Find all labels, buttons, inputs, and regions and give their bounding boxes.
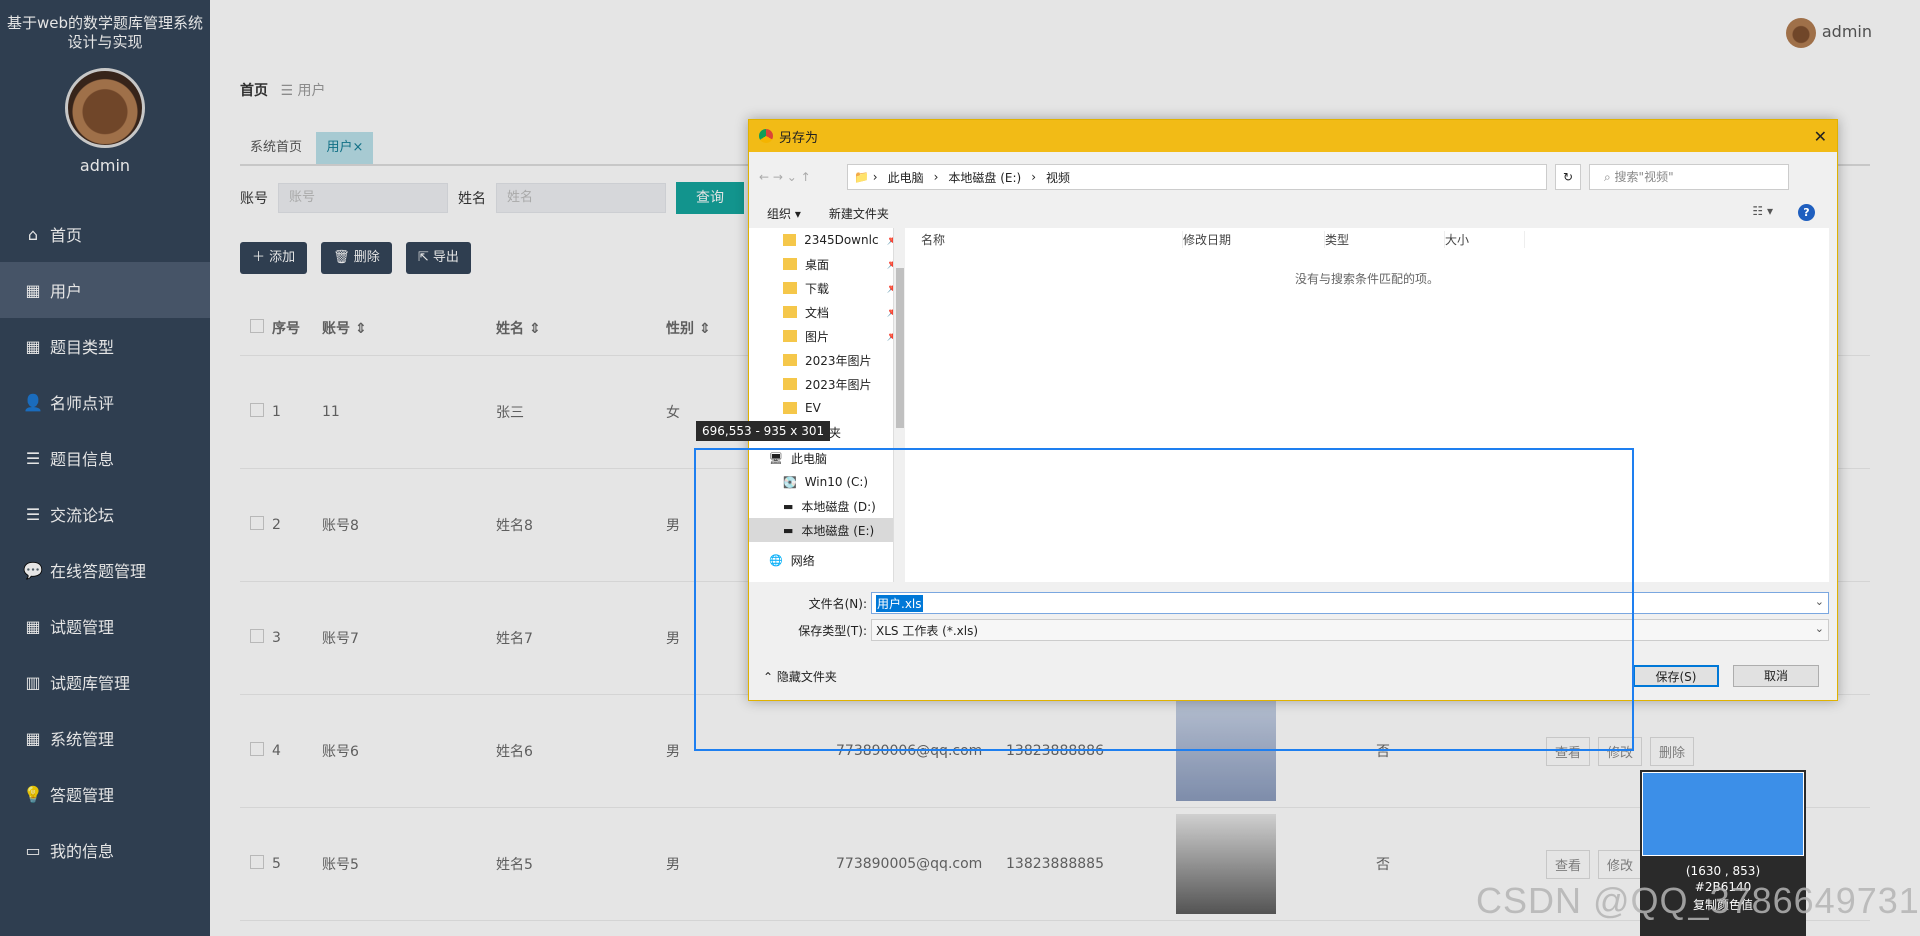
nav-item-label: 桌面	[805, 257, 830, 272]
dialog-titlebar[interactable]: 另存为 ✕	[749, 120, 1837, 152]
cursor-coordinates: (1630 , 853)	[1685, 864, 1761, 878]
chevron-right-icon: ›	[1031, 170, 1037, 184]
col-filename[interactable]: 名称	[921, 230, 1183, 248]
path-segment-videos[interactable]: 视频	[1046, 169, 1070, 186]
folder-icon	[783, 402, 797, 414]
col-type[interactable]: 类型	[1325, 230, 1445, 248]
app-root: 基于web的数学题库管理系统设计与实现 admin ⌂ 首页 ▦ 用户 ▦ 题目类型 👤 名师…	[0, 0, 1920, 936]
search-input[interactable]: ⌕ 搜索"视频"	[1589, 164, 1789, 190]
chevron-down-icon: ⌄	[1814, 622, 1824, 635]
nav-item-label: 下载	[805, 281, 830, 296]
magnifier-preview	[1642, 772, 1804, 856]
capture-selection-box[interactable]	[694, 448, 1634, 751]
nav-item-label: EV	[805, 401, 821, 415]
search-placeholder: 搜索"视频"	[1614, 170, 1674, 184]
nav-item-label: 2023年图片	[805, 377, 872, 392]
col-modified[interactable]: 修改日期	[1183, 230, 1325, 248]
refresh-icon[interactable]: ↻	[1555, 164, 1581, 190]
nav-item-label: 2023年图片	[805, 353, 872, 368]
path-field[interactable]: 📁 › 此电脑 › 本地磁盘 (E:) › 视频	[847, 164, 1547, 190]
folder-icon	[783, 282, 797, 294]
nav-item[interactable]: 桌面📌	[749, 252, 905, 276]
nav-arrows-icon[interactable]: ← → ⌄ ↑	[759, 170, 839, 184]
file-list-header: 名称 修改日期 类型 大小	[905, 228, 1829, 250]
command-bar: 组织 ▾ 新建文件夹 ☷ ▾ ?	[759, 200, 1829, 226]
chrome-icon	[759, 129, 773, 143]
nav-item[interactable]: 文档📌	[749, 300, 905, 324]
nav-item[interactable]: 图片📌	[749, 324, 905, 348]
chevron-down-icon[interactable]: ⌄	[1815, 595, 1824, 608]
path-segment-pc[interactable]: 此电脑	[888, 169, 924, 186]
nav-item[interactable]: 2345Downlc📌	[749, 228, 905, 252]
folder-icon	[783, 378, 797, 390]
close-icon[interactable]: ✕	[1814, 127, 1827, 146]
search-icon: ⌕	[1604, 170, 1615, 184]
nav-item-label: 2345Downlc	[804, 233, 879, 247]
nav-item[interactable]: EV	[749, 396, 905, 420]
folder-icon	[783, 330, 797, 342]
nav-item[interactable]: 下载📌	[749, 276, 905, 300]
scrollbar-thumb[interactable]	[896, 268, 904, 428]
folder-icon: 📁 ›	[854, 170, 878, 184]
folder-icon	[783, 234, 797, 246]
nav-item-label: 文档	[805, 305, 830, 320]
cancel-button[interactable]: 取消	[1733, 665, 1819, 687]
watermark: CSDN @QQ_3786649731	[1476, 880, 1920, 921]
col-size[interactable]: 大小	[1445, 230, 1525, 248]
address-bar: ← → ⌄ ↑ 📁 › 此电脑 › 本地磁盘 (E:) › 视频 ↻ ⌕ 搜索"视频…	[759, 162, 1829, 192]
path-segment-drive[interactable]: 本地磁盘 (E:)	[948, 169, 1021, 186]
empty-message: 没有与搜索条件匹配的项。	[1294, 272, 1439, 286]
chevron-right-icon: ›	[933, 170, 939, 184]
help-icon[interactable]: ?	[1798, 204, 1815, 221]
nav-item-label: 图片	[805, 329, 830, 344]
nav-item[interactable]: 2023年图片	[749, 348, 905, 372]
folder-icon	[783, 354, 797, 366]
folder-icon	[783, 258, 797, 270]
new-folder-button[interactable]: 新建文件夹	[829, 205, 889, 222]
save-button[interactable]: 保存(S)	[1633, 665, 1719, 687]
view-options-icon[interactable]: ☷ ▾	[1752, 204, 1773, 218]
capture-size-tooltip: 696,553 - 935 x 301	[696, 421, 831, 441]
nav-item[interactable]: 2023年图片	[749, 372, 905, 396]
dialog-title: 另存为	[779, 130, 819, 146]
organize-button[interactable]: 组织 ▾	[767, 205, 801, 222]
folder-icon	[783, 306, 797, 318]
